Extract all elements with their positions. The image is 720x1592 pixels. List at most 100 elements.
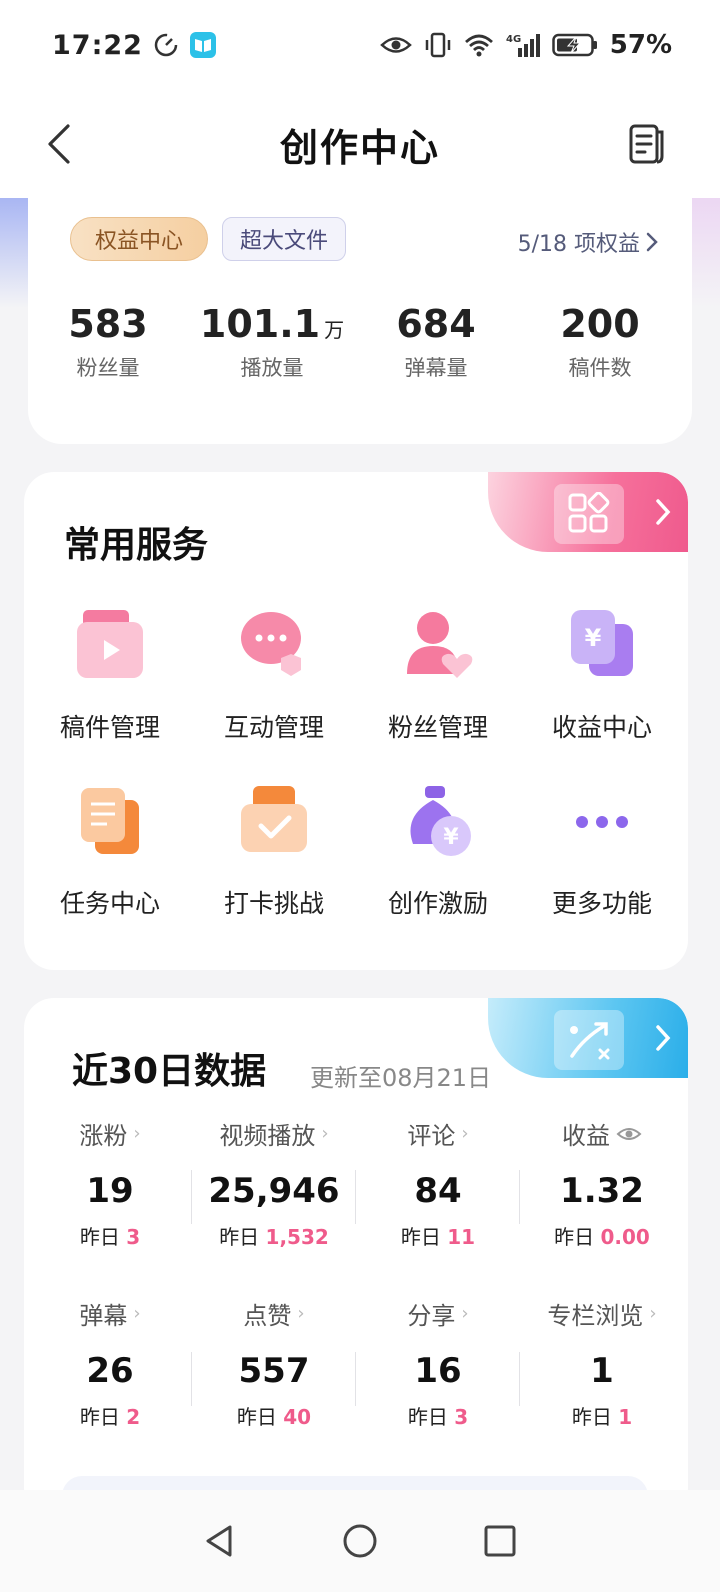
metric-shares[interactable]: 分享 › 16 昨日 3 [356,1296,520,1430]
metric-value: 16 [414,1351,462,1391]
checkin-icon [241,786,307,852]
service-label: 更多功能 [551,889,652,918]
service-label: 收益中心 [551,713,652,742]
metric-income[interactable]: 收益 1.32 昨日 0.00 [520,1116,684,1250]
chevron-right-icon: › [321,1123,329,1144]
update-date: 更新至08月21日 [310,1064,492,1092]
service-checkin[interactable]: 打卡挑战 [192,784,356,944]
cell-signal-icon: 4G [506,34,540,57]
metric-label: 评论 [407,1122,456,1150]
metric-yesterday: 昨日 2 [79,1405,141,1429]
services-title: 常用服务 [64,525,209,566]
chevron-right-icon: › [133,1123,141,1144]
stat-label: 播放量 [240,356,304,380]
metric-fans-gain[interactable]: 涨粉 › 19 昨日 3 [28,1116,192,1250]
stat-value: 101.1 万 [199,302,345,346]
rights-count-text: 5/18 项权益 [517,232,640,257]
battery-charging-icon [552,33,597,57]
metric-label: 弹幕 [79,1302,128,1330]
chevron-right-icon: › [461,1123,469,1144]
document-list-icon[interactable] [626,122,666,166]
metric-value: 26 [86,1351,134,1391]
metric-label: 专栏浏览 [547,1302,644,1330]
yuan-card-icon: ¥ [571,610,633,676]
metric-value: 19 [86,1171,134,1211]
metric-value: 1 [590,1351,614,1391]
recents-square-icon[interactable] [482,1523,518,1559]
more-dots-icon [576,816,628,828]
stat-fans[interactable]: 583 粉丝量 [28,302,188,382]
stat-value: 200 [560,302,640,346]
eye-icon[interactable] [616,1125,642,1143]
stat-value: 684 [396,302,476,346]
chevron-right-icon: › [461,1303,469,1324]
service-label: 打卡挑战 [223,889,324,918]
service-manuscript[interactable]: 稿件管理 [28,608,192,768]
service-incentive[interactable]: ¥ 创作激励 [356,784,520,944]
stat-danmaku[interactable]: 684 弹幕量 [356,302,516,382]
battery-percent: 57% [609,30,672,60]
rights-count-link[interactable]: 5/18 项权益 [518,226,658,258]
chevron-right-icon [656,499,671,525]
reader-app-icon [189,32,216,58]
stat-works[interactable]: 200 稿件数 [520,302,680,382]
service-tasks[interactable]: 任务中心 [28,784,192,944]
data-30days-card: 近30日数据 更新至08月21日 涨粉 › 19 昨日 3 视频播放 › 25,94… [24,998,688,1518]
chevron-right-icon: › [649,1303,657,1324]
money-bag-icon: ¥ [410,786,471,856]
stat-label: 稿件数 [568,356,632,380]
service-more[interactable]: 更多功能 [520,784,684,944]
system-nav-bar [0,1490,720,1592]
stat-plays[interactable]: 101.1 万 播放量 [192,302,352,382]
data-ribbon[interactable] [488,998,688,1078]
metric-label: 分享 [407,1302,456,1330]
account-stats-card: 权益中心 超大文件 5/18 项权益 583 粉丝量 101.1 万 播放量 68… [28,190,692,444]
metric-label: 涨粉 [79,1122,128,1150]
svg-text:4G: 4G [506,34,521,45]
status-bar: 17:22 4G 57% [0,0,720,90]
wifi-icon [464,34,493,57]
metric-likes[interactable]: 点赞 › 557 昨日 40 [192,1296,356,1430]
metric-label: 收益 [562,1122,610,1150]
service-fans[interactable]: 粉丝管理 [356,608,520,768]
common-services-card: 常用服务 稿件管理 互动管理 粉丝管理 ¥ 收益中心 任务中心 打卡挑战 ¥ 创… [24,472,688,970]
metric-yesterday: 昨日 11 [400,1225,476,1249]
metric-yesterday: 昨日 40 [236,1405,312,1429]
chevron-right-icon: › [297,1303,305,1324]
home-circle-icon[interactable] [342,1523,378,1559]
metric-value: 25,946 [208,1171,340,1211]
strategy-map-icon [554,1010,624,1070]
chevron-right-icon [656,1025,671,1051]
data-title: 近30日数据 [72,1051,267,1092]
video-doc-icon [77,610,143,678]
metric-column-views[interactable]: 专栏浏览 › 1 昨日 1 [520,1296,684,1430]
rights-center-badge[interactable]: 权益中心 [70,217,208,261]
eye-icon [379,37,412,53]
stat-value: 583 [68,302,148,346]
service-interaction[interactable]: 互动管理 [192,608,356,768]
back-arrow-icon[interactable] [40,122,80,166]
services-ribbon[interactable] [488,472,688,552]
metric-video-plays[interactable]: 视频播放 › 25,946 昨日 1,532 [192,1116,356,1250]
metric-comments[interactable]: 评论 › 84 昨日 11 [356,1116,520,1250]
stat-unit: 万 [324,318,345,342]
chevron-right-icon: › [133,1303,141,1324]
task-clipboard-icon [81,788,139,854]
svg-text:¥: ¥ [443,825,459,850]
metric-danmaku[interactable]: 弹幕 › 26 昨日 2 [28,1296,192,1430]
chat-bubble-icon [241,612,301,676]
service-income[interactable]: ¥ 收益中心 [520,608,684,768]
grid-apps-icon [554,484,624,544]
metric-yesterday: 昨日 3 [79,1225,141,1249]
service-label: 互动管理 [223,713,324,742]
service-label: 创作激励 [387,889,488,918]
metric-yesterday: 昨日 3 [407,1405,469,1429]
metric-value: 1.32 [560,1171,644,1211]
speed-icon [154,33,178,57]
service-label: 稿件管理 [59,713,160,742]
metric-label: 视频播放 [219,1122,316,1150]
chevron-right-icon [646,232,658,252]
large-file-badge[interactable]: 超大文件 [222,217,346,261]
back-triangle-icon[interactable] [202,1523,238,1559]
fan-heart-icon [407,612,473,678]
